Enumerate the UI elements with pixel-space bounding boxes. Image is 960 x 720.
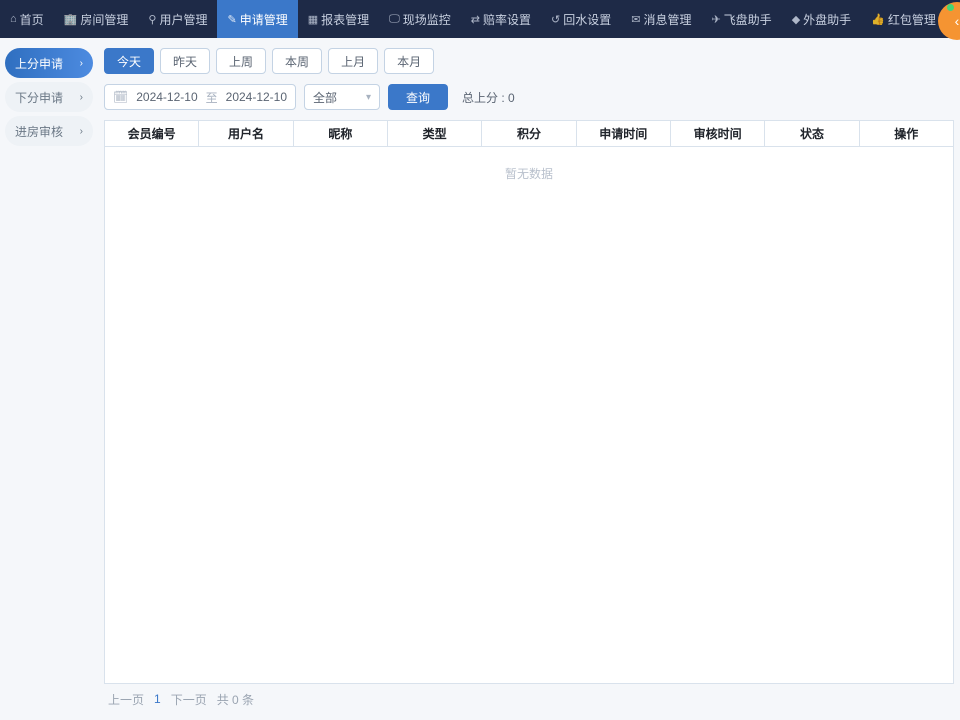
nav-odds-setting[interactable]: ⇄ 赔率设置 [461, 0, 541, 38]
thumb-icon: 👍 [871, 13, 885, 26]
chevron-right-icon: › [80, 92, 83, 103]
nav-report-mgmt[interactable]: ▦ 报表管理 [298, 0, 379, 38]
chevron-right-icon: › [80, 126, 83, 137]
calendar-icon: 🗓 [113, 90, 128, 104]
chevron-right-icon: › [80, 58, 83, 69]
range-today-button[interactable]: 今天 [104, 48, 154, 74]
nav-label: 现场监控 [403, 11, 451, 28]
sidebar-item-label: 下分申请 [15, 89, 63, 106]
nav-label: 申请管理 [240, 11, 288, 28]
chevron-down-icon: ▾ [366, 92, 371, 103]
select-value: 全部 [313, 89, 337, 106]
pager-prev-button[interactable]: 上一页 [108, 691, 144, 708]
mail-icon: ✉ [631, 13, 640, 26]
nav-label: 红包管理 [888, 11, 936, 28]
date-start-value: 2024-12-10 [136, 90, 197, 104]
nav-rebate-setting[interactable]: ↺ 回水设置 [541, 0, 621, 38]
building-icon: 🏢 [64, 13, 78, 26]
sidebar-item-label: 进房审核 [15, 123, 63, 140]
nav-external-helper[interactable]: ◆ 外盘助手 [782, 0, 861, 38]
th-audit-time: 审核时间 [671, 121, 765, 146]
nav-label: 用户管理 [159, 11, 207, 28]
table-empty-state: 暂无数据 [105, 147, 953, 683]
nav-label: 报表管理 [321, 11, 369, 28]
nav-apply-mgmt[interactable]: ✎ 申请管理 [217, 0, 297, 38]
th-action: 操作 [860, 121, 953, 146]
chevron-left-icon: ‹ [955, 13, 960, 29]
th-member-id: 会员编号 [105, 121, 199, 146]
nav-home[interactable]: ⌂ 首页 [0, 0, 54, 38]
search-button[interactable]: 查询 [388, 84, 448, 110]
user-icon: ⚲ [148, 13, 156, 26]
range-this-week-button[interactable]: 本周 [272, 48, 322, 74]
nav-live-monitor[interactable]: 🖵 现场监控 [379, 0, 461, 38]
nav-label: 外盘助手 [803, 11, 851, 28]
nav-user-mgmt[interactable]: ⚲ 用户管理 [138, 0, 217, 38]
nav-label: 房间管理 [80, 11, 128, 28]
nav-room-mgmt[interactable]: 🏢 房间管理 [54, 0, 139, 38]
th-username: 用户名 [199, 121, 293, 146]
table-header-row: 会员编号 用户名 昵称 类型 积分 申请时间 审核时间 状态 操作 [105, 121, 953, 147]
nav-label: 首页 [20, 11, 44, 28]
range-this-month-button[interactable]: 本月 [384, 48, 434, 74]
plane-icon: ✈ [711, 13, 720, 26]
sidebar: 上分申请 › 下分申请 › 进房审核 › [0, 38, 98, 720]
pager-next-button[interactable]: 下一页 [171, 691, 207, 708]
sidebar-item-up-apply[interactable]: 上分申请 › [5, 48, 93, 78]
th-points: 积分 [482, 121, 576, 146]
date-separator: 至 [206, 89, 218, 106]
swap-icon: ⇄ [471, 13, 480, 26]
top-nav: ⌂ 首页 🏢 房间管理 ⚲ 用户管理 ✎ 申请管理 ▦ 报表管理 🖵 现场监控 … [0, 0, 960, 38]
nav-message-mgmt[interactable]: ✉ 消息管理 [621, 0, 701, 38]
nav-label: 赔率设置 [483, 11, 531, 28]
monitor-icon: 🖵 [389, 13, 400, 26]
pager-total-label: 共 0 条 [217, 691, 254, 708]
quick-range-row: 今天 昨天 上周 本周 上月 本月 [104, 48, 954, 74]
main-panel: 今天 昨天 上周 本周 上月 本月 🗓 2024-12-10 至 2024-12… [98, 38, 960, 720]
filter-controls-row: 🗓 2024-12-10 至 2024-12-10 全部 ▾ 查询 总上分 : … [104, 84, 954, 110]
nav-redpacket-mgmt[interactable]: 👍 红包管理 [861, 0, 946, 38]
range-last-week-button[interactable]: 上周 [216, 48, 266, 74]
home-icon: ⌂ [10, 13, 17, 25]
total-up-points-label: 总上分 : 0 [462, 89, 515, 106]
empty-text: 暂无数据 [505, 165, 553, 182]
status-select[interactable]: 全部 ▾ [304, 84, 380, 110]
nav-label: 飞盘助手 [724, 11, 772, 28]
nav-label: 消息管理 [643, 11, 691, 28]
data-table: 会员编号 用户名 昵称 类型 积分 申请时间 审核时间 状态 操作 暂无数据 [104, 120, 954, 684]
status-dot-icon [947, 4, 954, 11]
refresh-icon: ↺ [551, 13, 560, 26]
layout: 上分申请 › 下分申请 › 进房审核 › 今天 昨天 上周 本周 上月 本月 🗓… [0, 38, 960, 720]
grid-icon: ▦ [308, 13, 318, 26]
th-nickname: 昵称 [294, 121, 388, 146]
date-end-value: 2024-12-10 [226, 90, 287, 104]
sidebar-item-room-audit[interactable]: 进房审核 › [5, 116, 93, 146]
sidebar-item-down-apply[interactable]: 下分申请 › [5, 82, 93, 112]
th-status: 状态 [765, 121, 859, 146]
nav-label: 回水设置 [563, 11, 611, 28]
th-apply-time: 申请时间 [577, 121, 671, 146]
edit-icon: ✎ [227, 13, 236, 26]
range-last-month-button[interactable]: 上月 [328, 48, 378, 74]
pagination: 上一页 1 下一页 共 0 条 [104, 684, 954, 714]
th-type: 类型 [388, 121, 482, 146]
nav-fly-helper[interactable]: ✈ 飞盘助手 [701, 0, 781, 38]
pager-current-page[interactable]: 1 [154, 692, 161, 706]
sidebar-item-label: 上分申请 [15, 55, 63, 72]
range-yesterday-button[interactable]: 昨天 [160, 48, 210, 74]
date-range-picker[interactable]: 🗓 2024-12-10 至 2024-12-10 [104, 84, 296, 110]
diamond-icon: ◆ [792, 13, 800, 26]
